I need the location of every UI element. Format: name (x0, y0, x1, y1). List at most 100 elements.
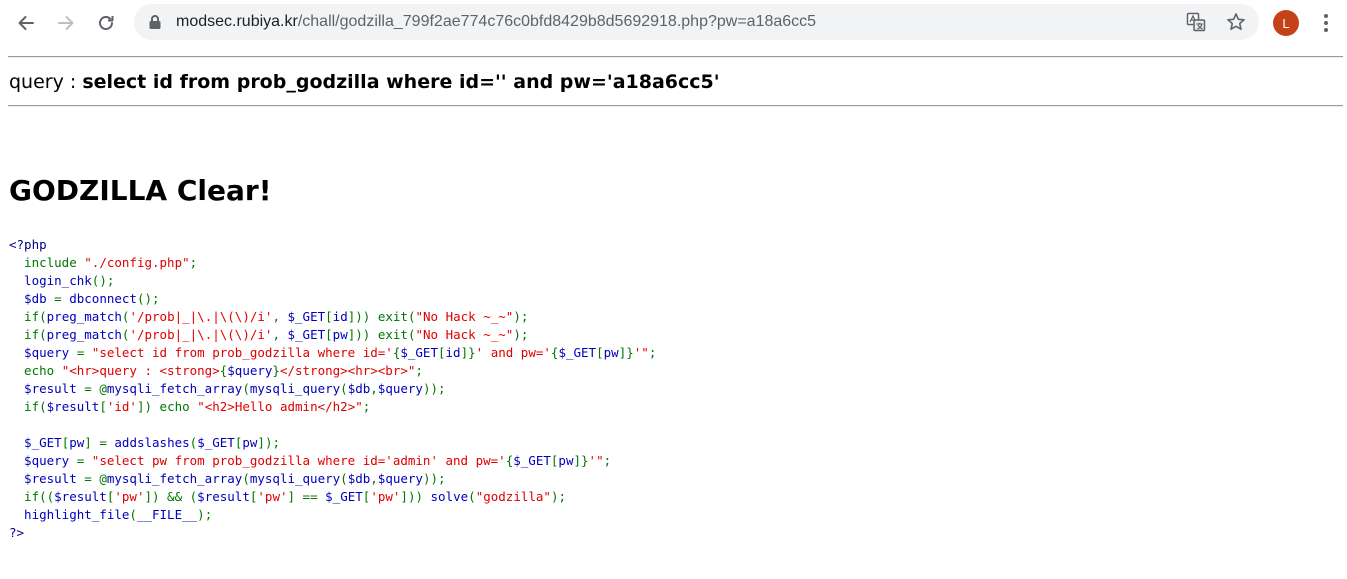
code-token: $query (9, 453, 77, 468)
code-token: ] == (287, 489, 326, 504)
code-token: preg_match (46, 309, 122, 324)
back-button[interactable] (10, 7, 42, 39)
code-token: ]} (618, 345, 634, 360)
code-token: if( (9, 327, 47, 342)
address-bar[interactable]: modsec.rubiya.kr/chall/godzilla_799f2ae7… (134, 4, 1259, 40)
code-token: = (54, 291, 70, 306)
code-token: , (370, 471, 378, 486)
profile-avatar[interactable]: L (1273, 10, 1299, 36)
code-token: id (445, 345, 461, 360)
forward-button[interactable] (50, 7, 82, 39)
code-token: login_chk (9, 273, 92, 288)
code-token: ( (340, 471, 348, 486)
code-token: '/prob|_|\.|\(\)/i' (129, 327, 273, 342)
code-line: $db = dbconnect(); (9, 291, 160, 306)
clear-heading: GODZILLA Clear! (9, 174, 272, 207)
code-token: } (272, 363, 280, 378)
code-token: "./config.php" (84, 255, 190, 270)
code-token: 'pw' (114, 489, 145, 504)
lock-icon[interactable] (148, 14, 162, 30)
code-token: '/prob|_|\.|\(\)/i' (129, 309, 273, 324)
code-token: solve (430, 489, 469, 504)
code-token: (); (91, 273, 115, 288)
code-token: ]} (460, 345, 476, 360)
bookmark-button[interactable] (1226, 12, 1246, 32)
code-token: $db (347, 381, 371, 396)
code-token: ])) exit( (347, 327, 416, 342)
bottom-divider (8, 105, 1343, 107)
code-token: pw (69, 435, 85, 450)
query-output: query : select id from prob_godzilla whe… (9, 71, 720, 93)
code-token: ] = (84, 435, 115, 450)
code-line: ?> (9, 525, 24, 540)
code-line: echo "<hr>query : <strong>{$query}</stro… (9, 363, 423, 378)
code-token: ]} (573, 453, 589, 468)
code-token: $result (9, 471, 85, 486)
code-token: $result (54, 489, 107, 504)
code-token: ' and pw=' (475, 345, 551, 360)
code-token: = @ (84, 381, 107, 396)
url-text[interactable]: modsec.rubiya.kr/chall/godzilla_799f2ae7… (176, 4, 816, 40)
code-token: [ (438, 345, 446, 360)
code-token: "<h2>Hello admin</h2>" (197, 399, 363, 414)
code-token: if(( (9, 489, 55, 504)
code-token: ; (415, 363, 423, 378)
code-token: ); (513, 327, 529, 342)
code-line: $query = "select id from prob_godzilla w… (9, 345, 656, 360)
code-token: "select id from prob_godzilla where id=' (91, 345, 393, 360)
back-icon (18, 16, 34, 30)
code-line: $result = @mysqli_fetch_array(mysqli_que… (9, 381, 446, 396)
code-token: 'pw' (257, 489, 288, 504)
code-token: )); (422, 381, 446, 396)
code-token: [ (99, 399, 107, 414)
code-token: if( (9, 399, 47, 414)
code-token: [ (325, 327, 333, 342)
code-token: '" (633, 345, 649, 360)
top-divider (8, 56, 1343, 58)
code-token: [ (325, 309, 333, 324)
code-token: ?> (9, 525, 25, 540)
source-code-block: <?php include "./config.php"; login_chk(… (9, 236, 656, 542)
code-token: $_GET (287, 327, 326, 342)
code-token: "<hr>query : <strong> (61, 363, 220, 378)
code-token: ( (242, 381, 250, 396)
browser-menu-button[interactable] (1314, 10, 1338, 36)
code-token: $_GET (400, 345, 438, 360)
star-icon (1227, 13, 1245, 30)
query-text: select id from prob_godzilla where id=''… (82, 71, 720, 93)
code-token: $db (9, 291, 55, 306)
code-token: $query (377, 471, 423, 486)
code-token: mysqli_fetch_array (106, 381, 243, 396)
code-line: highlight_file(__FILE__); (9, 507, 212, 522)
avatar-letter: L (1282, 15, 1290, 31)
code-token: $_GET (325, 489, 363, 504)
code-token: mysqli_query (249, 381, 341, 396)
code-token: (); (136, 291, 160, 306)
code-token: "No Hack ~_~" (415, 327, 514, 342)
code-token: include (9, 255, 85, 270)
code-token: dbconnect (69, 291, 137, 306)
code-token: ; (362, 399, 371, 414)
code-token: $query (377, 381, 423, 396)
code-token: id (332, 309, 348, 324)
code-token: ( (242, 471, 250, 486)
code-token: $_GET (287, 309, 326, 324)
code-token: , (272, 327, 288, 342)
code-token: ( (340, 381, 348, 396)
translate-button[interactable] (1186, 12, 1206, 32)
code-line: if(($result['pw']) && ($result['pw'] == … (9, 489, 566, 504)
code-token: ]) echo (136, 399, 198, 414)
code-token: $_GET (558, 345, 597, 360)
code-token: , (272, 309, 288, 324)
code-token: = (76, 453, 92, 468)
code-token: mysqli_query (249, 471, 341, 486)
code-token: ( (129, 507, 137, 522)
code-token: , (370, 381, 378, 396)
code-token: pw (558, 453, 574, 468)
reload-button[interactable] (90, 7, 122, 39)
code-token: </strong><hr><br>" (279, 363, 416, 378)
code-token: 'pw' (370, 489, 401, 504)
code-token: ; (189, 255, 198, 270)
code-token: ); (550, 489, 567, 504)
